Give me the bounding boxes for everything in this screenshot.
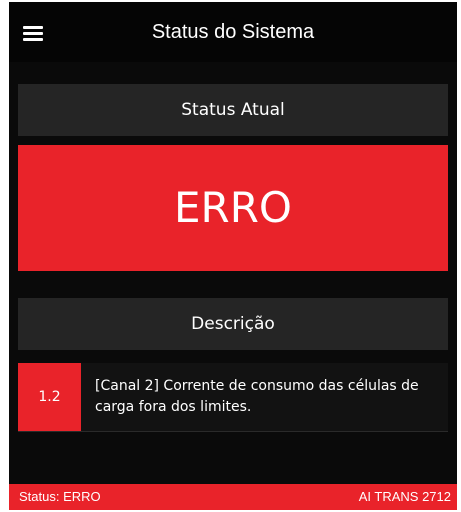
status-panel-header: Status Atual [18, 84, 448, 136]
description-panel-header: Descrição [18, 298, 448, 350]
status-indicator: ERRO [18, 145, 448, 271]
error-description-text: [Canal 2] Corrente de consumo das célula… [95, 378, 419, 415]
top-app-bar: Status do Sistema [9, 2, 457, 62]
page-title: Status do Sistema [151, 21, 315, 43]
status-bar: Status: ERRO AI TRANS 2712 [9, 484, 457, 510]
status-bar-status: Status: ERRO [19, 489, 101, 504]
device-screen: Status do Sistema Status Atual ERRO Desc… [9, 2, 457, 510]
error-code-badge: 1.2 [18, 363, 81, 431]
description-item: 1.2 [Canal 2] Corrente de consumo das cé… [18, 363, 448, 432]
status-bar-device-name: AI TRANS 2712 [358, 489, 451, 504]
